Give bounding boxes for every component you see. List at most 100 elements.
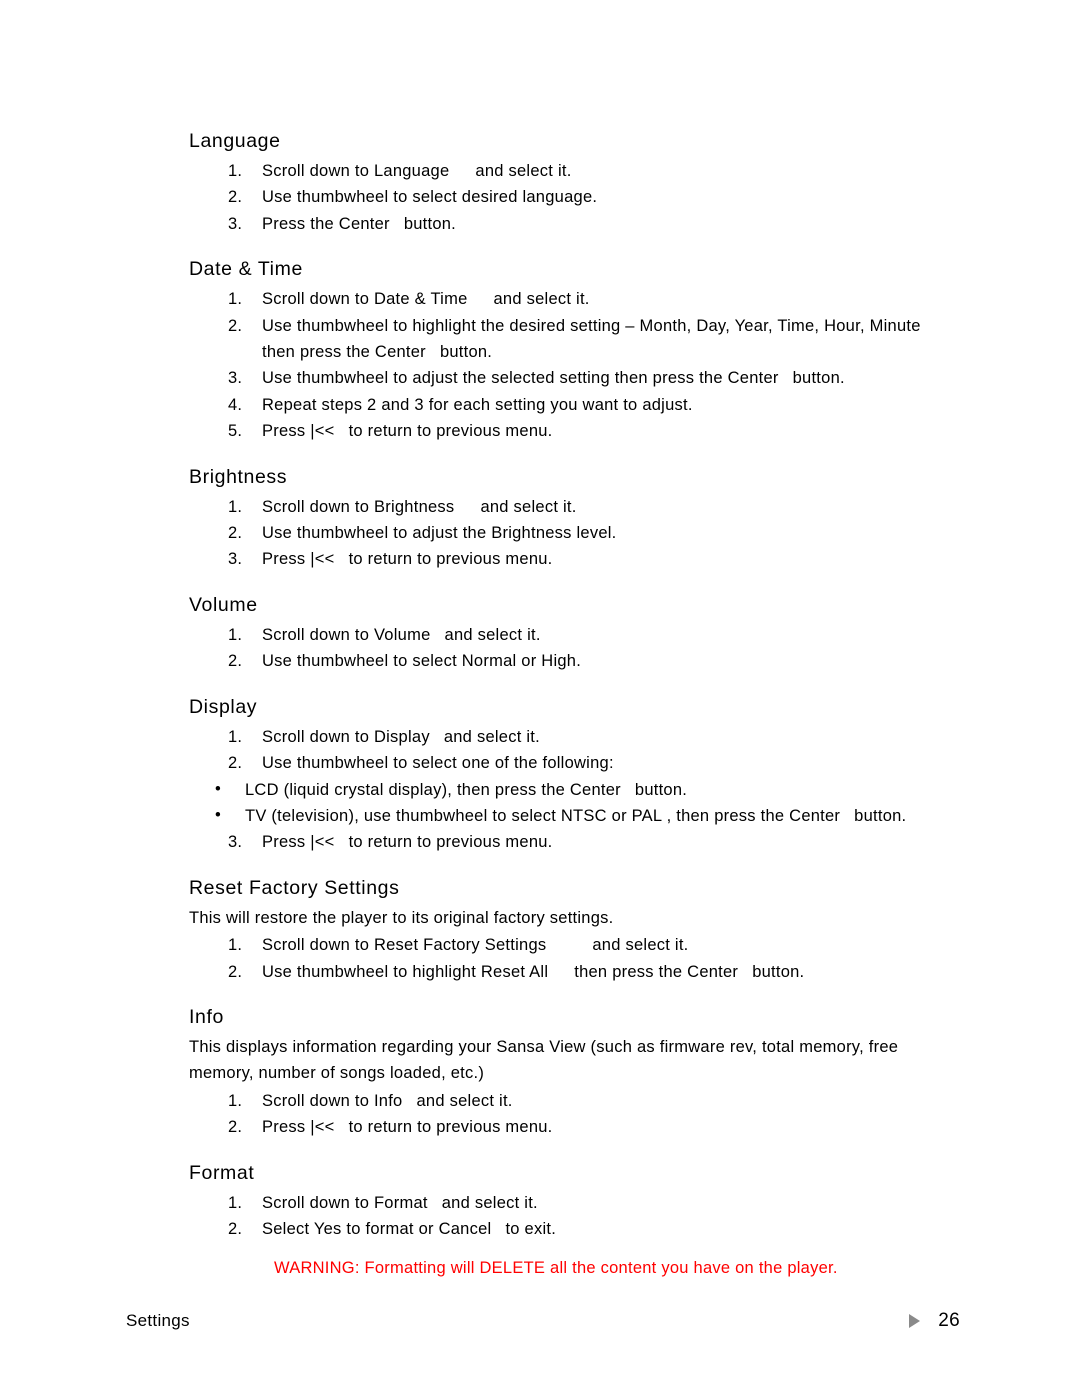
list-item: 3. Press the Center button. bbox=[189, 211, 964, 237]
footer-section-label: Settings bbox=[126, 1311, 190, 1330]
step-text-cont: to return to previous menu. bbox=[348, 833, 553, 852]
bullet-text: TV (television), use thumbwheel to selec… bbox=[245, 806, 841, 825]
step-text: Use thumbwheel to select desired languag… bbox=[262, 188, 598, 207]
step-text: Scroll down to Language bbox=[262, 162, 450, 180]
list-item: 3. Press |<< to return to previous menu. bbox=[189, 546, 964, 572]
list-item: 4. Repeat steps 2 and 3 for each setting … bbox=[189, 392, 964, 418]
step-text-cont: to exit. bbox=[505, 1219, 557, 1238]
list-item: 2. Use thumbwheel to highlight the desire… bbox=[189, 313, 964, 366]
list-item: 1. Scroll down to Display and select it. bbox=[189, 724, 964, 750]
step-text-cont: and select it. bbox=[444, 625, 541, 644]
section-language: Language 1. Scroll down to Language and se… bbox=[189, 128, 964, 237]
step-text-cont: and select it. bbox=[480, 497, 577, 516]
step-number: 2. bbox=[228, 754, 243, 773]
section-reset-factory-settings: Reset Factory Settings This will restore… bbox=[189, 875, 964, 985]
step-number: 1. bbox=[228, 290, 243, 309]
step-text-cont2: button. bbox=[752, 962, 805, 981]
step-number: 1. bbox=[228, 727, 243, 746]
section-brightness: Brightness 1. Scroll down to Brightness an… bbox=[189, 464, 964, 573]
step-text: Use thumbwheel to select Normal or High. bbox=[262, 652, 582, 671]
step-text-cont: and select it. bbox=[416, 1091, 513, 1110]
step-text: Scroll down to Format bbox=[262, 1193, 428, 1212]
step-text-cont: and select it. bbox=[493, 290, 590, 309]
list-item: 3. Use thumbwheel to adjust the selected … bbox=[189, 365, 964, 391]
bullet-text: LCD (liquid crystal display), then press… bbox=[245, 780, 621, 799]
footer-page-group: 26 bbox=[909, 1310, 960, 1332]
step-number: 1. bbox=[228, 936, 243, 955]
step-text: Press the Center bbox=[262, 214, 390, 233]
step-text: Select Yes to format or Cancel bbox=[262, 1219, 492, 1238]
step-text-cont: and select it. bbox=[475, 162, 572, 180]
section-info: Info This displays information regarding… bbox=[189, 1004, 964, 1141]
display-options: • LCD (liquid crystal display), then pres… bbox=[189, 777, 964, 830]
list-item: 3. Press |<< to return to previous menu. bbox=[189, 829, 964, 855]
step-number: 5. bbox=[228, 422, 243, 441]
step-text: Press |<< bbox=[262, 550, 335, 569]
heading-format: Format bbox=[189, 1161, 255, 1184]
reset-description: This will restore the player to its orig… bbox=[189, 908, 614, 927]
heading-date-time: Date & Time bbox=[189, 258, 303, 281]
format-warning: WARNING: Formatting will DELETE all the … bbox=[274, 1259, 838, 1278]
triangle-right-icon bbox=[909, 1314, 921, 1328]
step-number: 1. bbox=[228, 162, 243, 180]
step-number: 3. bbox=[228, 833, 243, 852]
step-text-cont: to return to previous menu. bbox=[348, 1118, 553, 1137]
bullet-text-cont: button. bbox=[634, 780, 688, 799]
steps-brightness: 1. Scroll down to Brightness and select it… bbox=[189, 494, 964, 573]
step-text: Use thumbwheel to adjust the Brightness … bbox=[262, 524, 617, 543]
step-text: Scroll down to Volume bbox=[262, 625, 431, 644]
list-item: 2. Use thumbwheel to highlight Reset All t… bbox=[189, 959, 964, 985]
step-text: Scroll down to Brightness bbox=[262, 497, 455, 516]
heading-display: Display bbox=[189, 695, 258, 718]
step-number: 3. bbox=[228, 369, 243, 388]
list-item: 1. Scroll down to Reset Factory Settings a… bbox=[189, 932, 964, 958]
section-date-time: Date & Time 1. Scroll down to Date & Time… bbox=[189, 256, 964, 444]
steps-display: 1. Scroll down to Display and select it. 2… bbox=[189, 724, 964, 777]
list-item: 1. Scroll down to Language and select it. bbox=[189, 158, 964, 184]
info-description: This displays information regarding your… bbox=[189, 1037, 899, 1083]
step-number: 1. bbox=[228, 497, 243, 516]
step-text: Press |<< bbox=[262, 422, 335, 441]
step-number: 2. bbox=[228, 1118, 243, 1137]
list-item: 1. Scroll down to Date & Time and select i… bbox=[189, 286, 964, 312]
step-text-cont: and select it. bbox=[592, 936, 689, 955]
step-number: 3. bbox=[228, 214, 243, 233]
step-text: Use thumbwheel to adjust the selected se… bbox=[262, 369, 779, 388]
step-number: 1. bbox=[228, 1193, 243, 1212]
heading-language: Language bbox=[189, 130, 281, 152]
step-text: Use thumbwheel to highlight Reset All bbox=[262, 962, 549, 981]
step-number: 1. bbox=[228, 1091, 243, 1110]
list-item: 1. Scroll down to Format and select it. bbox=[189, 1190, 964, 1216]
steps-volume: 1. Scroll down to Volume and select it. 2.… bbox=[189, 622, 964, 675]
step-number: 2. bbox=[228, 962, 243, 981]
heading-brightness: Brightness bbox=[189, 465, 288, 488]
step-text-cont: and select it. bbox=[443, 727, 540, 746]
step-text: Press |<< bbox=[262, 1118, 335, 1137]
list-item: 2. Press |<< to return to previous menu. bbox=[189, 1114, 964, 1140]
step-number: 2. bbox=[228, 524, 243, 543]
list-item: • LCD (liquid crystal display), then pres… bbox=[189, 777, 964, 803]
page-content: Language 1. Scroll down to Language and se… bbox=[189, 128, 964, 1301]
bullet-text-cont: button. bbox=[854, 806, 907, 825]
list-item: 5. Press |<< to return to previous menu. bbox=[189, 418, 964, 444]
step-number: 2. bbox=[228, 652, 243, 671]
step-number: 2. bbox=[228, 188, 243, 207]
step-text: Repeat steps 2 and 3 for each setting yo… bbox=[262, 395, 693, 414]
manual-page: Language 1. Scroll down to Language and se… bbox=[0, 0, 1080, 1397]
heading-reset-factory-settings: Reset Factory Settings bbox=[189, 876, 400, 899]
step-text-cont2: button. bbox=[439, 343, 493, 362]
list-item: 1. Scroll down to Volume and select it. bbox=[189, 622, 964, 648]
list-item: 2. Use thumbwheel to adjust the Brightnes… bbox=[189, 520, 964, 546]
list-item: • TV (television), use thumbwheel to sele… bbox=[189, 803, 964, 829]
step-text: Scroll down to Date & Time bbox=[262, 290, 468, 309]
step-text-cont: then press the Center bbox=[262, 343, 426, 362]
section-format: Format 1. Scroll down to Format and select… bbox=[189, 1160, 964, 1282]
heading-info: Info bbox=[189, 1005, 224, 1028]
step-number: 4. bbox=[228, 395, 243, 414]
step-number: 1. bbox=[228, 625, 243, 644]
list-item: 2. Use thumbwheel to select one of the fo… bbox=[189, 750, 964, 776]
list-item: 2. Select Yes to format or Cancel to exit. bbox=[189, 1216, 964, 1242]
list-item: 1. Scroll down to Brightness and select it… bbox=[189, 494, 964, 520]
step-text: Scroll down to Reset Factory Settings bbox=[262, 936, 547, 955]
list-item: 2. Use thumbwheel to select Normal or Hig… bbox=[189, 648, 964, 674]
